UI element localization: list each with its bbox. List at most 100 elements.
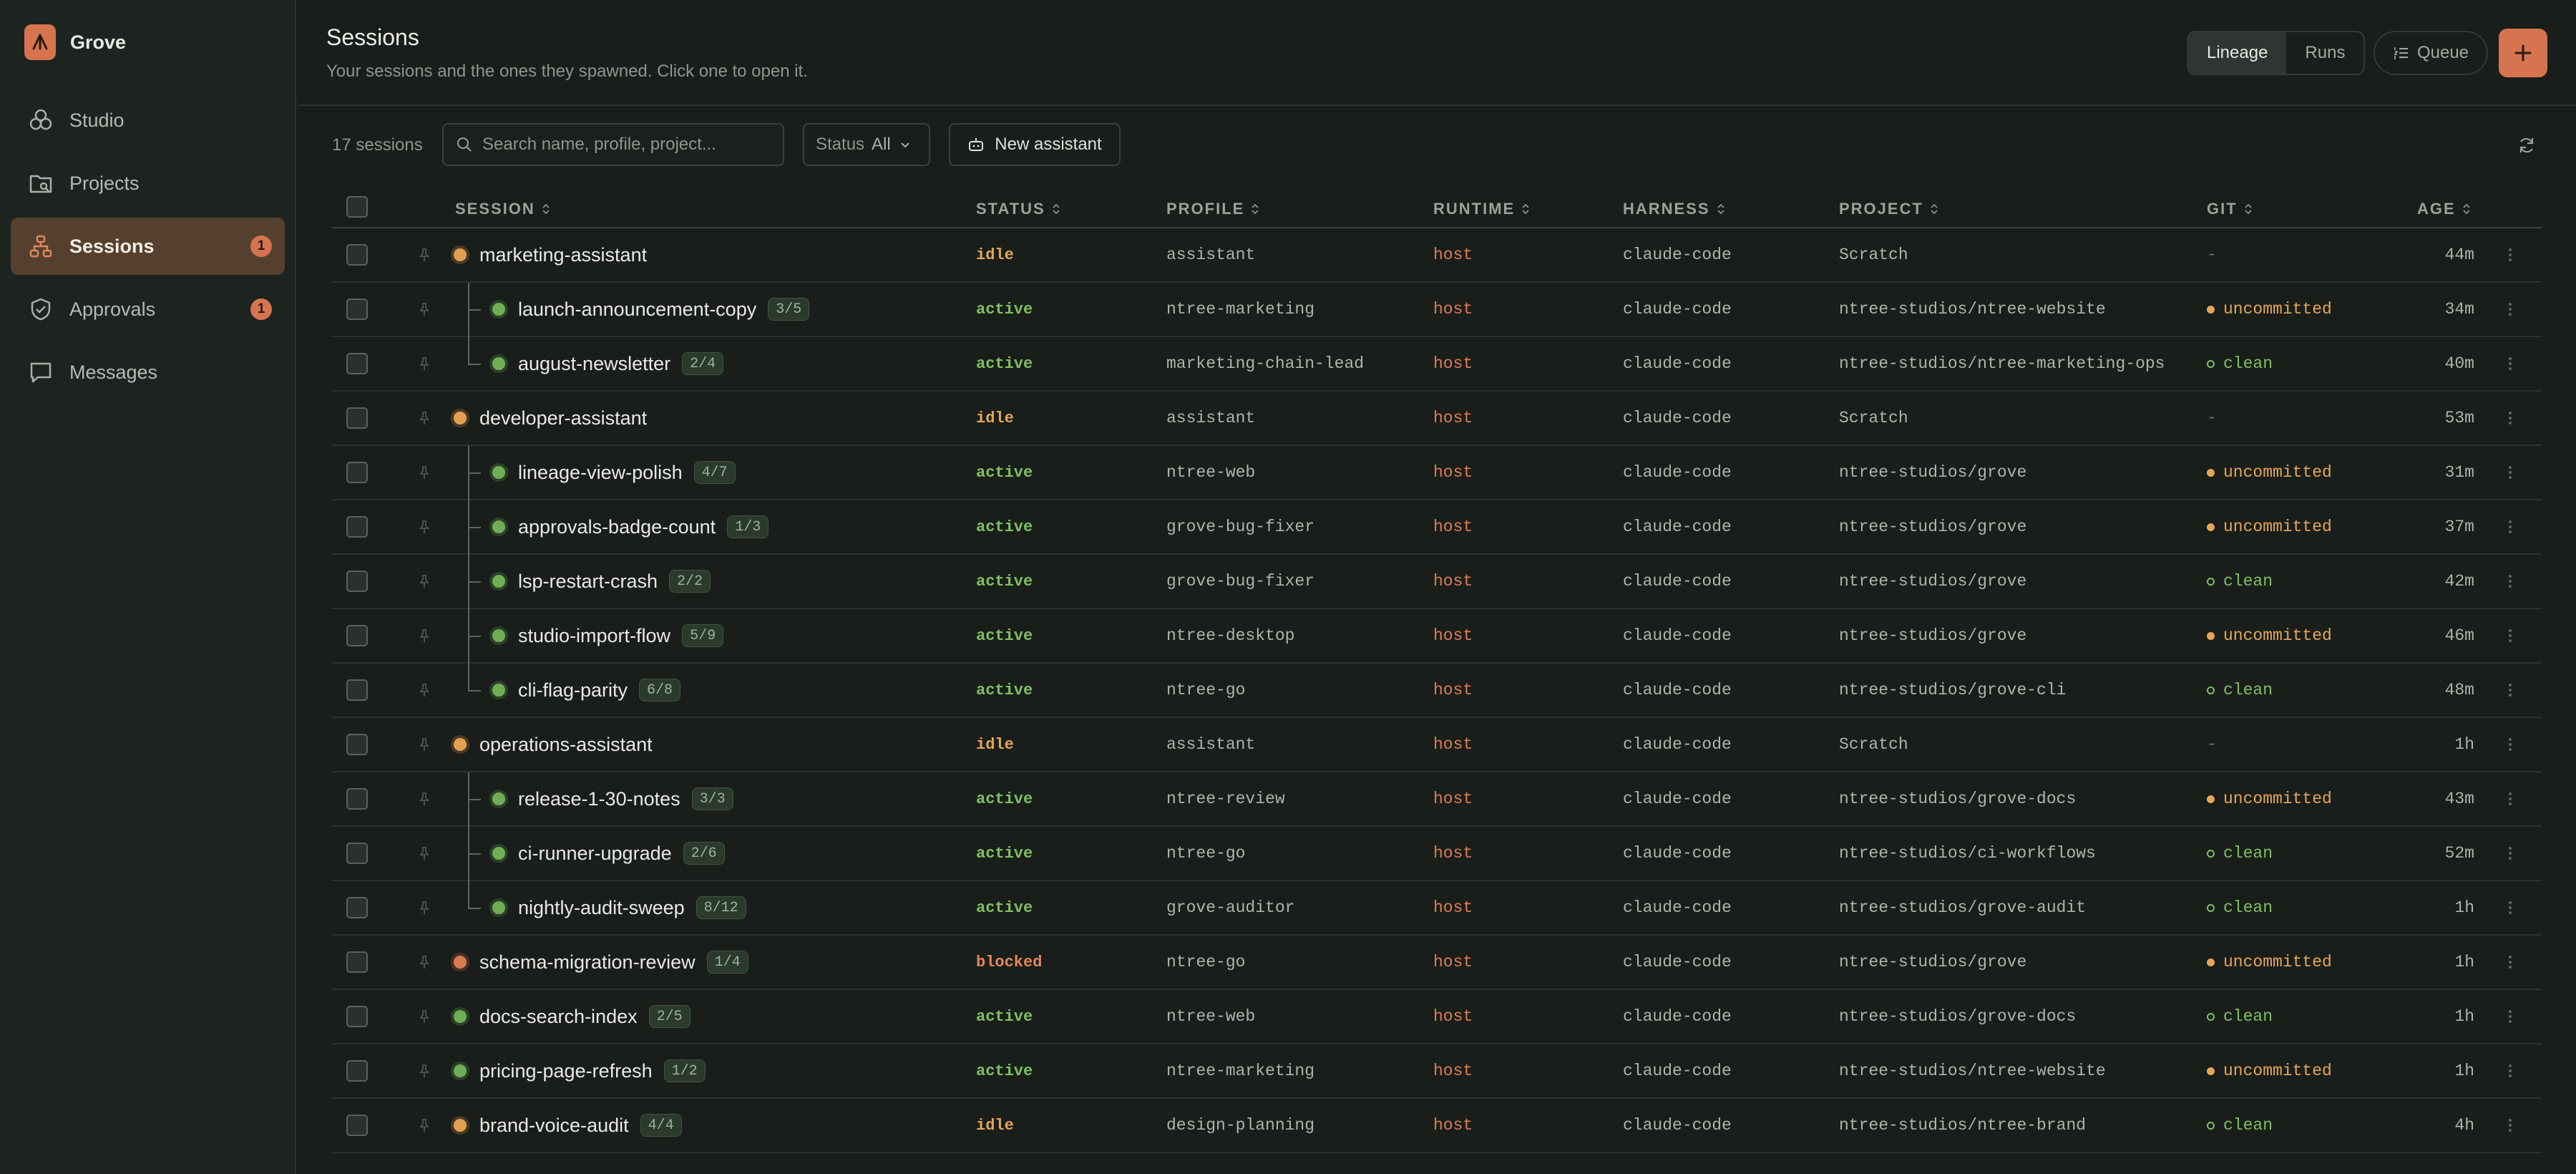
session-name[interactable]: lineage-view-polish: [518, 462, 683, 484]
sidebar-item-sessions[interactable]: Sessions 1: [11, 218, 285, 275]
session-cell[interactable]: august-newsletter 2/4: [492, 337, 724, 390]
table-row[interactable]: marketing-assistant idle assistant host clau…: [332, 228, 2542, 283]
refresh-button[interactable]: [2514, 132, 2540, 158]
row-menu-icon[interactable]: [2507, 500, 2513, 553]
session-name[interactable]: august-newsletter: [518, 353, 670, 375]
session-name[interactable]: schema-migration-review: [479, 951, 696, 974]
session-cell[interactable]: lsp-restart-crash 2/2: [492, 555, 711, 608]
row-menu-icon[interactable]: [2507, 1044, 2513, 1097]
table-row[interactable]: launch-announcement-copy 3/5 active ntree-m…: [332, 283, 2542, 337]
sidebar-item-messages[interactable]: Messages: [11, 344, 285, 401]
table-row[interactable]: approvals-badge-count 1/3 active grove-bug-…: [332, 500, 2542, 555]
table-row[interactable]: developer-assistant idle assistant host clau…: [332, 392, 2542, 446]
session-name[interactable]: brand-voice-audit: [479, 1115, 629, 1137]
sidebar-item-projects[interactable]: Projects: [11, 155, 285, 212]
session-cell[interactable]: cli-flag-parity 6/8: [492, 664, 681, 717]
session-cell[interactable]: release-1-30-notes 3/3: [492, 772, 733, 825]
session-name[interactable]: studio-import-flow: [518, 625, 670, 647]
session-cell[interactable]: schema-migration-review 1/4: [454, 936, 748, 989]
row-checkbox[interactable]: [346, 516, 368, 538]
pin-icon[interactable]: [416, 228, 432, 281]
table-row[interactable]: schema-migration-review 1/4 blocked ntree-g…: [332, 936, 2542, 990]
row-menu-icon[interactable]: [2507, 664, 2513, 717]
pin-icon[interactable]: [416, 609, 432, 662]
row-menu-icon[interactable]: [2507, 990, 2513, 1043]
session-cell[interactable]: pricing-page-refresh 1/2: [454, 1044, 706, 1097]
col-git[interactable]: GIT: [2207, 200, 2253, 218]
row-menu-icon[interactable]: [2507, 609, 2513, 662]
brand[interactable]: Grove: [24, 24, 126, 60]
row-checkbox[interactable]: [346, 951, 368, 973]
table-row[interactable]: pricing-page-refresh 1/2 active ntree-marke…: [332, 1044, 2542, 1099]
row-checkbox[interactable]: [346, 571, 368, 592]
table-row[interactable]: lineage-view-polish 4/7 active ntree-web hos…: [332, 446, 2542, 500]
row-menu-icon[interactable]: [2507, 446, 2513, 499]
row-checkbox[interactable]: [346, 407, 368, 429]
pin-icon[interactable]: [416, 718, 432, 771]
row-menu-icon[interactable]: [2507, 392, 2513, 445]
col-age[interactable]: AGE: [2417, 200, 2472, 218]
session-cell[interactable]: operations-assistant: [454, 718, 653, 771]
row-checkbox[interactable]: [346, 897, 368, 918]
session-cell[interactable]: launch-announcement-copy 3/5: [492, 283, 810, 336]
session-name[interactable]: marketing-assistant: [479, 244, 647, 266]
session-cell[interactable]: approvals-badge-count 1/3: [492, 500, 769, 553]
row-menu-icon[interactable]: [2507, 337, 2513, 390]
row-checkbox[interactable]: [346, 734, 368, 755]
session-name[interactable]: lsp-restart-crash: [518, 571, 658, 593]
row-menu-icon[interactable]: [2507, 827, 2513, 880]
table-row[interactable]: brand-voice-audit 4/4 idle design-planning h…: [332, 1099, 2542, 1153]
session-name[interactable]: nightly-audit-sweep: [518, 897, 685, 919]
table-row[interactable]: release-1-30-notes 3/3 active ntree-review h…: [332, 772, 2542, 827]
table-row[interactable]: docs-search-index 2/5 active ntree-web host c…: [332, 990, 2542, 1044]
row-checkbox[interactable]: [346, 1006, 368, 1027]
row-checkbox[interactable]: [346, 299, 368, 320]
row-menu-icon[interactable]: [2507, 555, 2513, 608]
pin-icon[interactable]: [416, 500, 432, 553]
session-name[interactable]: launch-announcement-copy: [518, 299, 756, 321]
pin-icon[interactable]: [416, 990, 432, 1043]
pin-icon[interactable]: [416, 555, 432, 608]
row-menu-icon[interactable]: [2507, 772, 2513, 825]
row-checkbox[interactable]: [346, 353, 368, 374]
table-row[interactable]: august-newsletter 2/4 active marketing-chai…: [332, 337, 2542, 392]
pin-icon[interactable]: [416, 936, 432, 989]
row-menu-icon[interactable]: [2507, 1099, 2513, 1152]
session-cell[interactable]: developer-assistant: [454, 392, 647, 445]
session-cell[interactable]: nightly-audit-sweep 8/12: [492, 881, 746, 934]
row-menu-icon[interactable]: [2507, 283, 2513, 336]
row-checkbox[interactable]: [346, 788, 368, 810]
row-menu-icon[interactable]: [2507, 881, 2513, 934]
sidebar-item-approvals[interactable]: Approvals 1: [11, 281, 285, 338]
queue-button[interactable]: Queue: [2373, 31, 2488, 75]
row-checkbox[interactable]: [346, 244, 368, 266]
col-runtime[interactable]: RUNTIME: [1433, 200, 1531, 218]
select-all-checkbox[interactable]: [346, 196, 368, 218]
table-row[interactable]: lsp-restart-crash 2/2 active grove-bug-fixe…: [332, 555, 2542, 609]
col-profile[interactable]: PROFILE: [1166, 200, 1260, 218]
row-checkbox[interactable]: [346, 843, 368, 864]
session-name[interactable]: ci-runner-upgrade: [518, 843, 672, 865]
tab-lineage[interactable]: Lineage: [2188, 32, 2287, 74]
pin-icon[interactable]: [416, 1044, 432, 1097]
col-harness[interactable]: HARNESS: [1623, 200, 1726, 218]
pin-icon[interactable]: [416, 337, 432, 390]
table-row[interactable]: ci-runner-upgrade 2/6 active ntree-go host cl…: [332, 827, 2542, 881]
session-cell[interactable]: lineage-view-polish 4/7: [492, 446, 736, 499]
session-name[interactable]: cli-flag-parity: [518, 679, 628, 702]
add-session-button[interactable]: [2499, 29, 2547, 77]
pin-icon[interactable]: [416, 1099, 432, 1152]
status-filter[interactable]: Status All: [803, 123, 930, 166]
pin-icon[interactable]: [416, 283, 432, 336]
session-cell[interactable]: marketing-assistant: [454, 228, 647, 281]
table-row[interactable]: studio-import-flow 5/9 active ntree-desktop…: [332, 609, 2542, 664]
session-name[interactable]: operations-assistant: [479, 734, 653, 756]
pin-icon[interactable]: [416, 392, 432, 445]
search-input[interactable]: [482, 135, 769, 155]
sidebar-item-studio[interactable]: Studio: [11, 92, 285, 149]
pin-icon[interactable]: [416, 827, 432, 880]
col-status[interactable]: STATUS: [976, 200, 1061, 218]
session-name[interactable]: developer-assistant: [479, 407, 647, 430]
tab-runs[interactable]: Runs: [2286, 32, 2363, 74]
session-cell[interactable]: docs-search-index 2/5: [454, 990, 691, 1043]
